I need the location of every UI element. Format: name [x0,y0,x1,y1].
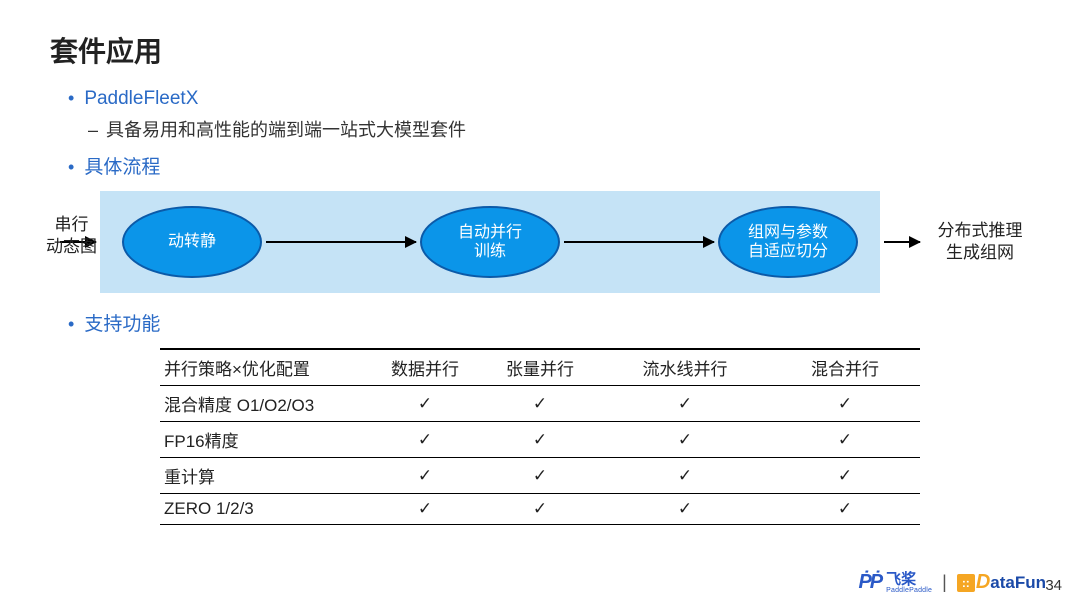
arrow-2 [564,241,714,243]
table-row: 混合精度 O1/O2/O3 ✓ ✓ ✓ ✓ [160,386,920,422]
cell-check: ✓ [600,458,770,494]
datafun-rest: ataFun [990,573,1046,593]
bullet-label: 支持功能 [68,314,160,335]
sub-list: 具备易用和高性能的端到端一站式大模型套件 [68,116,1030,142]
flow-input-label: 串行 动态图 [46,214,97,258]
th-data-parallel: 数据并行 [370,349,480,386]
cell-check: ✓ [480,422,600,458]
flow-node-1: 动转静 [122,206,262,278]
cell-check: ✓ [600,386,770,422]
row-label: ZERO 1/2/3 [160,494,370,525]
footer-logos: ṖṖ 飞桨 PaddlePaddle | :: D ataFun [858,571,1046,594]
cell-check: ✓ [480,386,600,422]
bullet-label: 具体流程 [68,157,160,178]
cell-check: ✓ [770,494,920,525]
cell-check: ✓ [370,494,480,525]
page-number: 34 [1045,577,1062,594]
cell-check: ✓ [370,386,480,422]
row-label: 混合精度 O1/O2/O3 [160,386,370,422]
th-pipeline-parallel: 流水线并行 [600,349,770,386]
th-tensor-parallel: 张量并行 [480,349,600,386]
slide: 套件应用 PaddleFleetX 具备易用和高性能的端到端一站式大模型套件 具… [0,0,1080,608]
cell-check: ✓ [770,458,920,494]
cell-check: ✓ [480,494,600,525]
flow-box: 动转静 自动并行 训练 组网与参数 自适应切分 [100,191,880,293]
cell-check: ✓ [600,494,770,525]
cell-check: ✓ [770,386,920,422]
table-row: FP16精度 ✓ ✓ ✓ ✓ [160,422,920,458]
bullet-list: PaddleFleetX 具备易用和高性能的端到端一站式大模型套件 具体流程 [50,88,1030,179]
slide-title: 套件应用 [50,30,1030,70]
row-label: FP16精度 [160,422,370,458]
bullet-label: PaddleFleetX [68,88,198,109]
bullet-list-2: 支持功能 [50,309,1030,336]
cell-check: ✓ [600,422,770,458]
bullet-process: 具体流程 [68,152,1030,179]
table-row: ZERO 1/2/3 ✓ ✓ ✓ ✓ [160,494,920,525]
cell-check: ✓ [370,422,480,458]
cell-check: ✓ [770,422,920,458]
datafun-square-icon: :: [957,574,975,592]
table-header-row: 并行策略×优化配置 数据并行 张量并行 流水线并行 混合并行 [160,349,920,386]
paddle-glyph-icon: ṖṖ [858,571,881,594]
bullet-features: 支持功能 [68,309,1030,336]
flow-diagram: 串行 动态图 动转静 自动并行 训练 组网与参数 自适应切分 分布式推理 生成组… [60,191,1030,293]
flow-node-2: 自动并行 训练 [420,206,560,278]
flow-node-3: 组网与参数 自适应切分 [718,206,858,278]
table-row: 重计算 ✓ ✓ ✓ ✓ [160,458,920,494]
th-hybrid-parallel: 混合并行 [770,349,920,386]
paddle-en: PaddlePaddle [886,587,932,594]
arrow-out [884,241,920,243]
bullet-paddlefleetx: PaddleFleetX 具备易用和高性能的端到端一站式大模型套件 [68,88,1030,142]
paddle-cn: 飞桨 [886,572,932,587]
datafun-logo: :: D ataFun [957,571,1046,594]
logo-separator: | [942,572,947,593]
arrow-1 [266,241,416,243]
paddle-logo: ṖṖ 飞桨 PaddlePaddle [858,571,932,594]
cell-check: ✓ [370,458,480,494]
flow-output-label: 分布式推理 生成组网 [930,220,1030,264]
th-strategy: 并行策略×优化配置 [160,349,370,386]
sub-description: 具备易用和高性能的端到端一站式大模型套件 [88,116,1030,142]
row-label: 重计算 [160,458,370,494]
feature-table: 并行策略×优化配置 数据并行 张量并行 流水线并行 混合并行 混合精度 O1/O… [160,348,920,525]
datafun-d: D [976,571,990,594]
cell-check: ✓ [480,458,600,494]
